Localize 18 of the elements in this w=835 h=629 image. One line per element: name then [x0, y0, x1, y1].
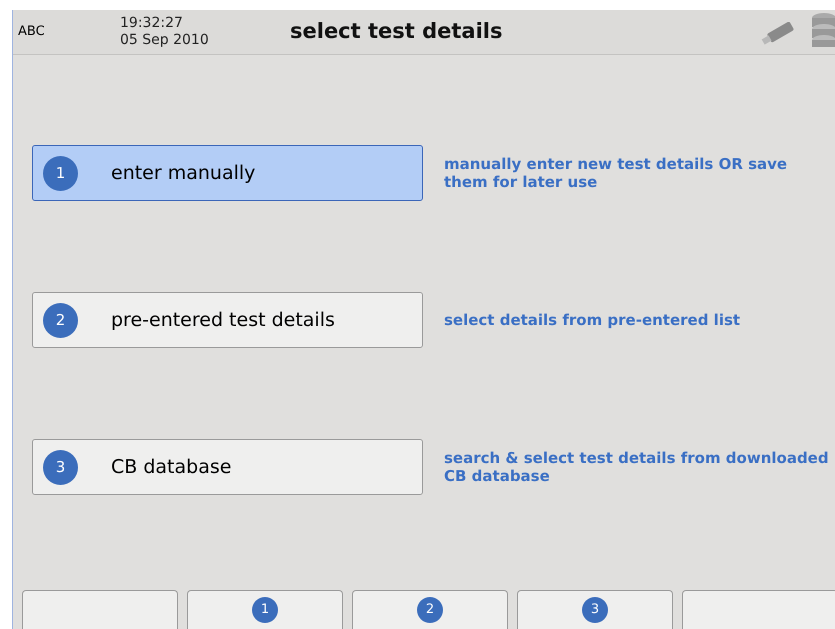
screen-title: select test details: [290, 18, 502, 46]
option-description: select details from pre-entered list: [444, 311, 742, 329]
clock-date: 05 Sep 2010: [120, 32, 210, 49]
number-badge: 2: [43, 302, 78, 338]
option-button[interactable]: 1 enter manually: [32, 145, 423, 201]
softkey-button[interactable]: [682, 590, 835, 629]
clock-time: 19:32:27: [120, 15, 184, 32]
option-button[interactable]: 2 pre-entered test details: [32, 292, 423, 348]
option-button[interactable]: 3 CB database: [32, 439, 423, 495]
option-description: manually enter new test details OR save them for later use: [444, 155, 788, 191]
softkey-button[interactable]: 3: [517, 590, 673, 629]
header-label: ABC: [18, 23, 46, 42]
softkey-button[interactable]: [22, 590, 178, 629]
option-description: search & select test details from downloaded CB database: [444, 449, 829, 485]
number-badge: 1: [43, 156, 78, 190]
softkey-button[interactable]: 2: [352, 590, 508, 629]
softkey-button[interactable]: 1: [187, 590, 343, 629]
number-badge: 3: [43, 450, 78, 484]
